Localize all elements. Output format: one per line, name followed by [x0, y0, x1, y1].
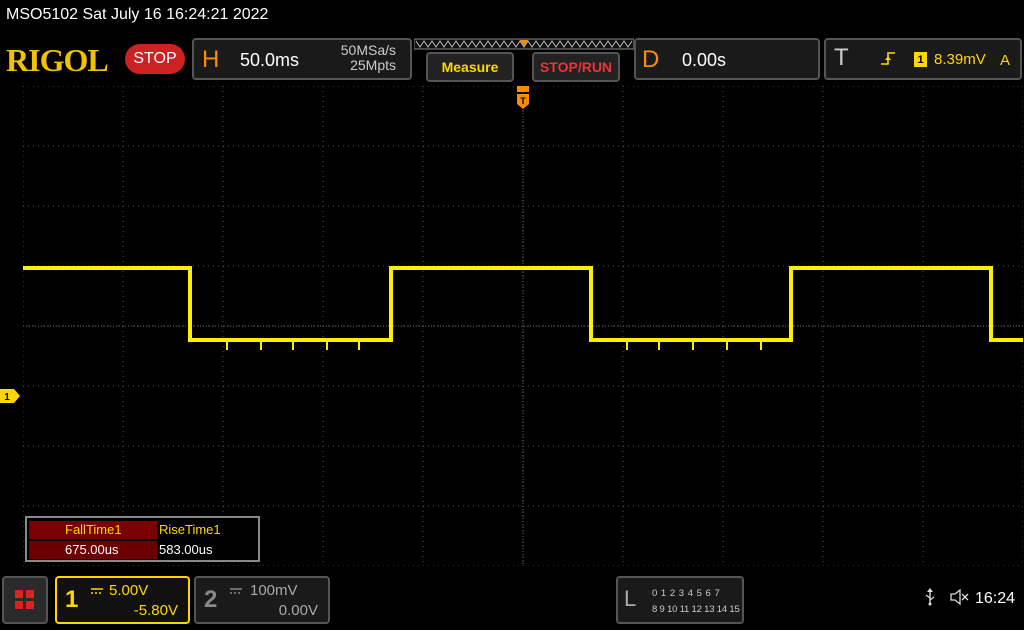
- delay-value: 0.00s: [682, 50, 727, 70]
- trigger-level: 8.39mV: [934, 51, 986, 68]
- stop-run-button[interactable]: STOP/RUN: [532, 52, 620, 82]
- speaker-muted-icon[interactable]: [950, 588, 970, 609]
- digital-channels-high: 8 9 10 11 12 13 14 15: [652, 604, 740, 615]
- channel1-scale: 5.00V: [109, 582, 149, 599]
- menu-grid-icon: [15, 590, 34, 609]
- main-menu-button[interactable]: [2, 576, 48, 624]
- rising-edge-icon: [881, 52, 895, 65]
- trigger-time-marker[interactable]: T: [515, 86, 531, 110]
- title-bar: MSO5102 Sat July 16 16:24:21 2022: [0, 0, 1024, 32]
- horizontal-panel[interactable]: H 50.0ms 50MSa/s 25Mpts: [192, 38, 412, 80]
- window-title: MSO5102 Sat July 16 16:24:21 2022: [6, 6, 269, 23]
- memory-depth: 25Mpts: [350, 57, 396, 73]
- usb-icon: [924, 588, 936, 611]
- channel2-offset: 0.00V: [278, 602, 318, 619]
- channel1-offset: -5.80V: [133, 602, 178, 619]
- channel1-panel[interactable]: 1 5.00V -5.80V: [55, 576, 190, 624]
- logic-analyzer-panel[interactable]: L 0 1 2 3 4 5 6 7 8 9 10 11 12 13 14 15: [616, 576, 744, 624]
- horizontal-letter: H: [202, 46, 220, 73]
- rigol-logo: RIGOL: [6, 42, 109, 78]
- waveform-display[interactable]: [23, 86, 1023, 566]
- measurement-value: 583.00us: [159, 542, 213, 557]
- time-base-value: 50.0ms: [240, 50, 300, 70]
- measurement-panel[interactable]: FallTime1 675.00us RiseTime1 583.00us: [25, 516, 260, 562]
- measurement-name: RiseTime1: [159, 522, 221, 537]
- digital-channels-low: 0 1 2 3 4 5 6 7: [652, 588, 721, 599]
- sample-rate: 50MSa/s: [340, 42, 396, 58]
- dc-coupling-icon: [91, 588, 103, 594]
- channel1-offset-marker[interactable]: 1: [0, 389, 20, 403]
- clock: 16:24: [975, 590, 1016, 607]
- logic-analyzer-letter: L: [624, 586, 637, 611]
- sample-info: 50MSa/s 25Mpts: [341, 43, 396, 73]
- trigger-position-bar: [414, 38, 634, 50]
- trigger-letter: T: [834, 44, 849, 71]
- channel1-marker-label: 1: [4, 392, 10, 403]
- delay-panel[interactable]: D 0.00s: [634, 38, 820, 80]
- trigger-source-badge: 1: [914, 52, 927, 67]
- svg-text:T: T: [520, 96, 526, 106]
- channel2-number: 2: [204, 586, 218, 613]
- channel2-scale: 100mV: [250, 582, 298, 599]
- channel2-panel[interactable]: 2 100mV 0.00V: [194, 576, 330, 624]
- dc-coupling-icon: [230, 588, 242, 594]
- channel1-number: 1: [65, 586, 79, 613]
- trigger-mode: A: [1000, 52, 1011, 69]
- graticule-center: [23, 86, 1023, 566]
- measurement-name: FallTime1: [29, 521, 157, 539]
- measure-button[interactable]: Measure: [426, 52, 514, 82]
- run-state-badge[interactable]: STOP: [125, 44, 185, 74]
- delay-letter: D: [642, 46, 660, 73]
- measurement-value: 675.00us: [29, 541, 157, 559]
- trigger-panel[interactable]: T 1 8.39mV A: [824, 38, 1022, 80]
